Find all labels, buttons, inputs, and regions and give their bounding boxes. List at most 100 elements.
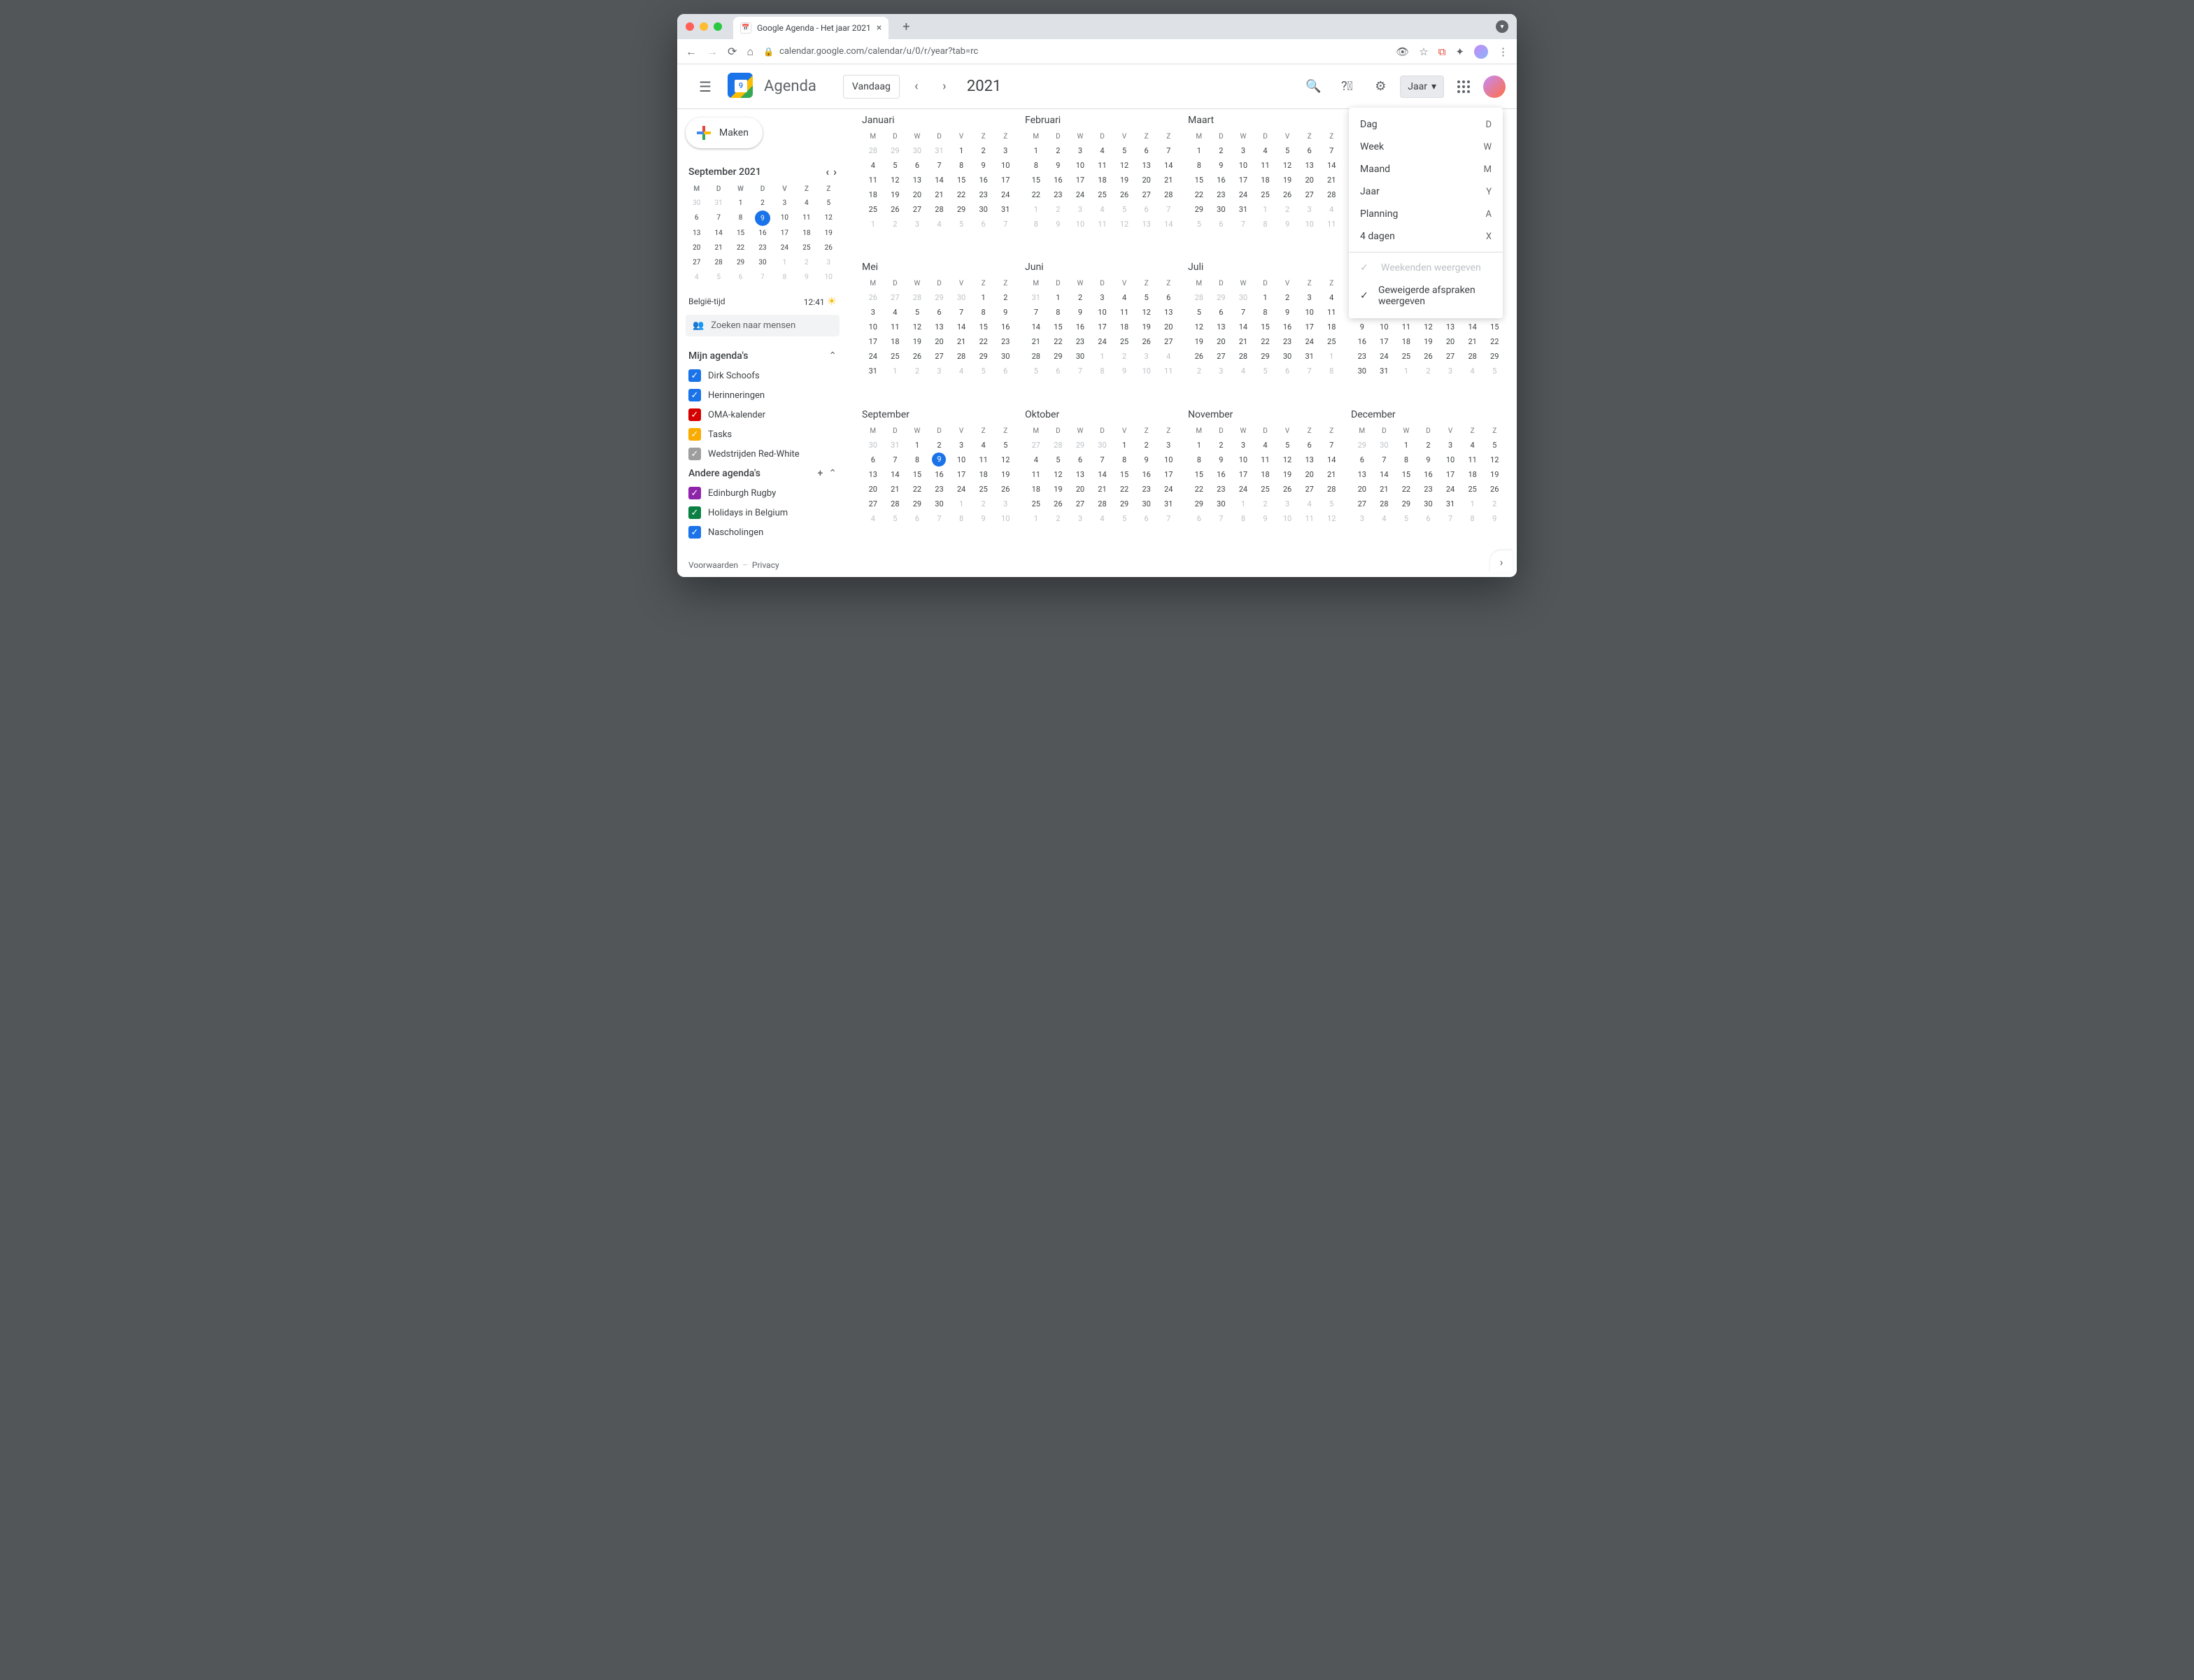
- day-cell[interactable]: 10: [862, 320, 884, 334]
- day-cell[interactable]: 24: [1298, 334, 1321, 349]
- next-period-button[interactable]: ›: [933, 76, 956, 98]
- day-cell[interactable]: 16: [1210, 173, 1233, 187]
- day-cell[interactable]: 8: [1232, 511, 1254, 526]
- day-cell[interactable]: 17: [1298, 320, 1321, 334]
- mini-day[interactable]: 21: [707, 241, 729, 255]
- day-cell[interactable]: 10: [994, 511, 1017, 526]
- mini-day[interactable]: 14: [707, 226, 729, 241]
- day-cell[interactable]: 1: [906, 438, 928, 453]
- day-cell[interactable]: 7: [1210, 511, 1233, 526]
- calendar-checkbox[interactable]: ✓: [688, 428, 701, 441]
- day-cell[interactable]: 22: [1254, 334, 1277, 349]
- day-cell[interactable]: 27: [884, 290, 907, 305]
- day-cell[interactable]: 20: [1298, 173, 1321, 187]
- day-cell[interactable]: 12: [994, 453, 1017, 467]
- day-cell[interactable]: 3: [928, 364, 951, 378]
- mini-day[interactable]: 27: [686, 255, 707, 270]
- day-cell[interactable]: 8: [1113, 453, 1135, 467]
- reload-button[interactable]: ⟳: [728, 45, 737, 58]
- calendar-item[interactable]: ✓Herinneringen: [686, 385, 840, 405]
- day-cell[interactable]: 25: [1395, 349, 1417, 364]
- day-cell[interactable]: 18: [1320, 320, 1343, 334]
- day-cell[interactable]: 21: [1025, 334, 1047, 349]
- day-cell[interactable]: 4: [1320, 290, 1343, 305]
- day-cell[interactable]: 7: [1069, 364, 1091, 378]
- day-cell[interactable]: 1: [950, 143, 972, 158]
- day-cell[interactable]: 2: [1113, 349, 1135, 364]
- day-cell[interactable]: 1: [972, 290, 995, 305]
- day-cell[interactable]: 19: [906, 334, 928, 349]
- day-cell[interactable]: 17: [994, 173, 1017, 187]
- day-cell[interactable]: 5: [1188, 217, 1210, 232]
- day-cell[interactable]: 11: [1091, 217, 1114, 232]
- mini-prev-button[interactable]: ‹: [826, 165, 829, 178]
- day-cell[interactable]: 2: [972, 497, 995, 511]
- day-cell[interactable]: 30: [1417, 497, 1440, 511]
- day-cell[interactable]: 29: [928, 290, 951, 305]
- day-cell[interactable]: 28: [928, 202, 951, 217]
- day-cell[interactable]: 5: [950, 217, 972, 232]
- day-cell[interactable]: 20: [1135, 173, 1158, 187]
- mini-day[interactable]: 5: [707, 270, 729, 285]
- day-cell[interactable]: 11: [972, 453, 995, 467]
- day-cell[interactable]: 16: [1135, 467, 1158, 482]
- day-cell[interactable]: 21: [1091, 482, 1114, 497]
- account-avatar[interactable]: [1483, 76, 1506, 98]
- day-cell[interactable]: 31: [1025, 290, 1047, 305]
- day-cell[interactable]: 13: [906, 173, 928, 187]
- day-cell[interactable]: 17: [862, 334, 884, 349]
- day-cell[interactable]: 5: [1483, 364, 1506, 378]
- prev-period-button[interactable]: ‹: [905, 76, 928, 98]
- day-cell[interactable]: 16: [1069, 320, 1091, 334]
- day-cell[interactable]: 22: [1395, 482, 1417, 497]
- mini-day[interactable]: 8: [774, 270, 795, 285]
- day-cell[interactable]: 3: [950, 438, 972, 453]
- day-cell[interactable]: 4: [1373, 511, 1396, 526]
- day-cell[interactable]: 20: [1210, 334, 1233, 349]
- other-calendars-header[interactable]: Andere agenda's +⌃: [686, 464, 840, 483]
- day-cell[interactable]: 30: [950, 290, 972, 305]
- day-cell[interactable]: 21: [1157, 173, 1180, 187]
- day-cell[interactable]: 20: [1351, 482, 1373, 497]
- mini-day[interactable]: 26: [818, 241, 840, 255]
- day-cell[interactable]: 31: [928, 143, 951, 158]
- day-cell[interactable]: 7: [928, 511, 951, 526]
- day-cell[interactable]: 11: [884, 320, 907, 334]
- browser-tab[interactable]: 📅 Google Agenda - Het jaar 2021 ×: [733, 17, 889, 39]
- day-cell[interactable]: 18: [1025, 482, 1047, 497]
- day-cell[interactable]: 25: [1462, 482, 1484, 497]
- day-cell[interactable]: 30: [994, 349, 1017, 364]
- day-cell[interactable]: 14: [928, 173, 951, 187]
- day-cell[interactable]: 15: [1254, 320, 1277, 334]
- help-button[interactable]: ?⃝: [1333, 73, 1361, 101]
- day-cell[interactable]: 19: [1276, 173, 1298, 187]
- day-cell[interactable]: 5: [1320, 497, 1343, 511]
- day-cell[interactable]: 11: [1320, 217, 1343, 232]
- day-cell[interactable]: 9: [1351, 320, 1373, 334]
- day-cell[interactable]: 15: [1113, 467, 1135, 482]
- day-cell[interactable]: 16: [994, 320, 1017, 334]
- day-cell[interactable]: 7: [1232, 305, 1254, 320]
- day-cell[interactable]: 3: [1439, 364, 1462, 378]
- day-cell[interactable]: 1: [884, 364, 907, 378]
- day-cell[interactable]: 29: [1188, 497, 1210, 511]
- day-cell[interactable]: 28: [1462, 349, 1484, 364]
- day-cell[interactable]: 5: [1113, 511, 1135, 526]
- day-cell[interactable]: 6: [1210, 305, 1233, 320]
- day-cell[interactable]: 4: [1298, 497, 1321, 511]
- day-cell[interactable]: 10: [1135, 364, 1158, 378]
- day-cell[interactable]: 1: [1254, 202, 1277, 217]
- day-cell[interactable]: 28: [862, 143, 884, 158]
- mini-day[interactable]: 23: [751, 241, 773, 255]
- day-cell[interactable]: 29: [1210, 290, 1233, 305]
- day-cell[interactable]: 6: [1047, 364, 1070, 378]
- day-cell[interactable]: 13: [1135, 217, 1158, 232]
- day-cell[interactable]: 30: [1232, 290, 1254, 305]
- day-cell[interactable]: 3: [1298, 202, 1321, 217]
- day-cell[interactable]: 8: [1025, 158, 1047, 173]
- mini-day[interactable]: 13: [686, 226, 707, 241]
- day-cell[interactable]: 4: [972, 438, 995, 453]
- day-cell[interactable]: 11: [1254, 453, 1277, 467]
- day-cell[interactable]: 18: [1462, 467, 1484, 482]
- day-cell[interactable]: 11: [1157, 364, 1180, 378]
